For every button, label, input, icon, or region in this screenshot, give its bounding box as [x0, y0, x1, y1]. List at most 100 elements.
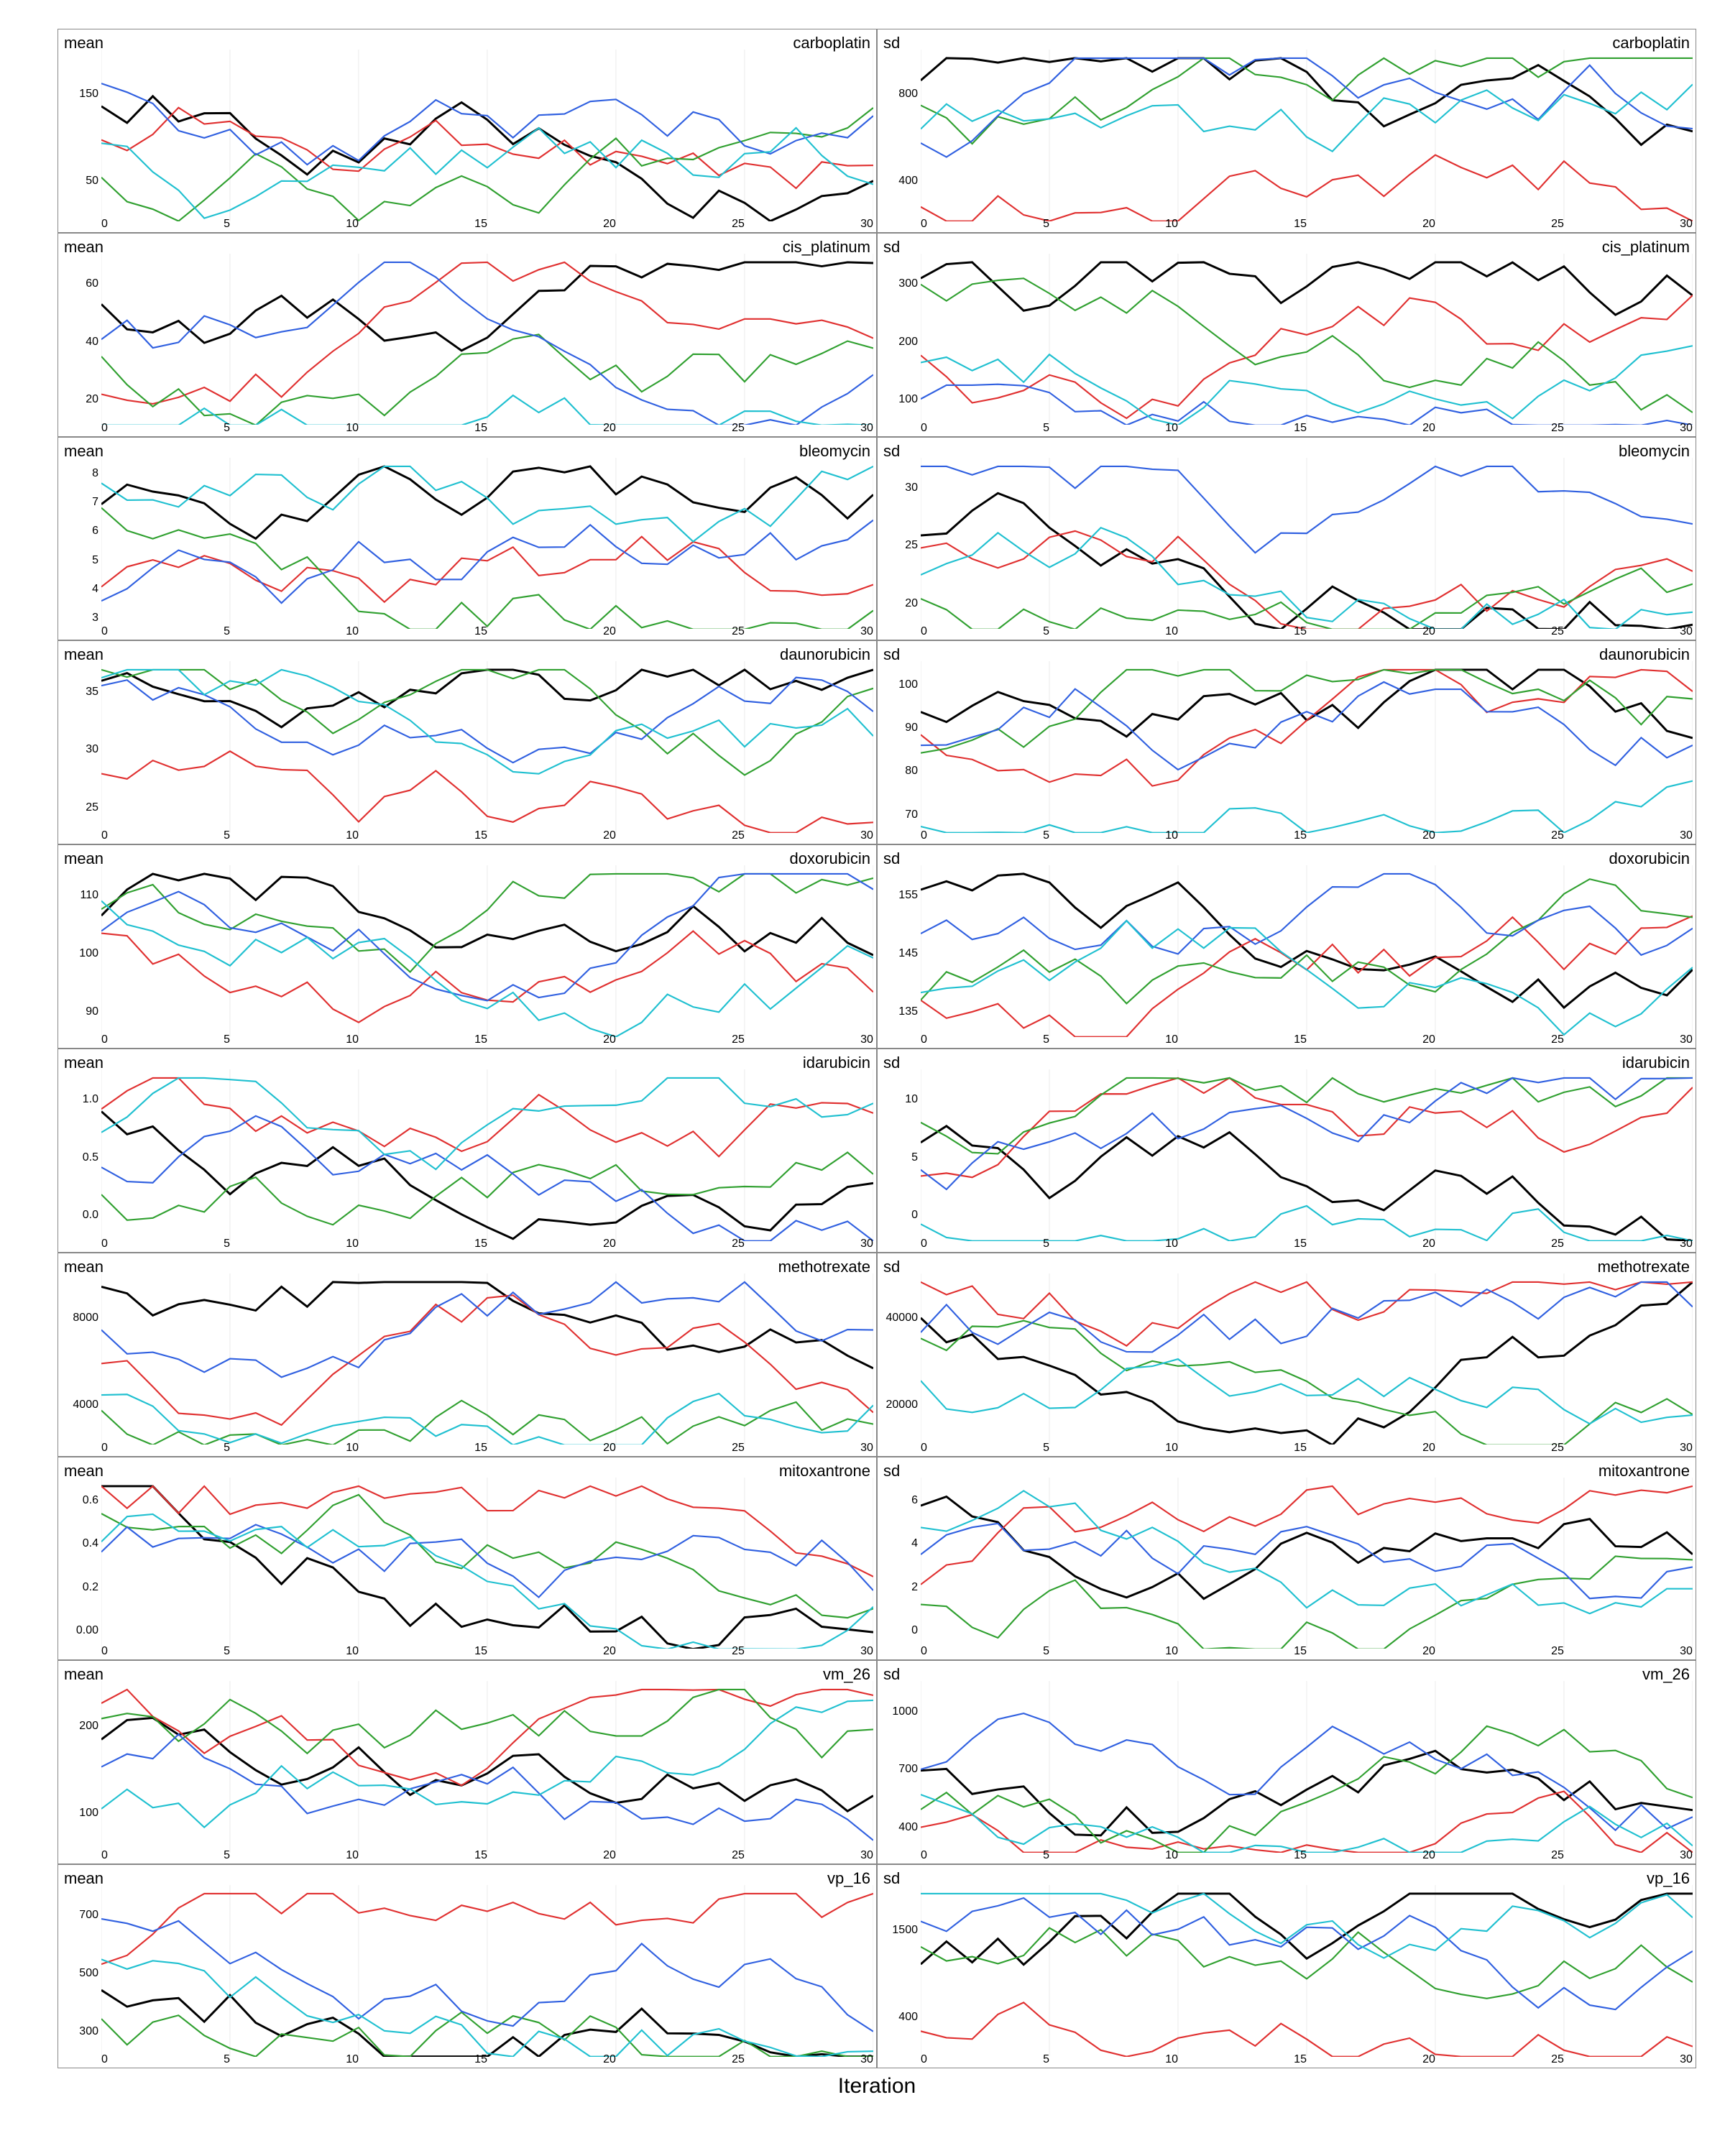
y-tick-label: 0.2 [83, 1581, 98, 1594]
y-tick-label: 400 [898, 2011, 918, 2024]
y-tick-label: 5 [92, 554, 98, 567]
y-tick-label: 8 [92, 467, 98, 480]
x-tick-label: 25 [1551, 422, 1564, 435]
y-tick-label: 70 [905, 808, 918, 821]
y-tick-label: 20000 [886, 1399, 919, 1411]
x-tick-label: 10 [346, 1033, 359, 1046]
x-tick-label: 15 [1294, 1238, 1307, 1250]
chart-svg-mean-methotrexate [101, 1273, 873, 1445]
chart-svg-sd-mitoxantrone [921, 1478, 1693, 1649]
x-tick-label: 20 [603, 625, 616, 638]
x-tick-label: 5 [224, 218, 230, 231]
y-tick-label: 50 [86, 175, 98, 188]
x-tick-label: 20 [1422, 829, 1435, 842]
x-tick-label: 10 [1165, 829, 1178, 842]
chart-svg-mean-carboplatin [101, 50, 873, 221]
x-tick-label: 5 [224, 829, 230, 842]
x-tick-label: 20 [1422, 625, 1435, 638]
x-tick-label: 5 [224, 1033, 230, 1046]
y-tick-label: 5 [911, 1151, 918, 1164]
x-tick-label: 0 [921, 625, 927, 638]
x-tick-label: 15 [1294, 1033, 1307, 1046]
x-tick-label: 30 [1680, 422, 1693, 435]
y-tick-label: 6 [911, 1494, 918, 1507]
x-tick-label: 25 [1551, 1849, 1564, 1862]
y-axis-sd-doxorubicin: 155145135 [878, 845, 921, 1048]
y-tick-label: 1000 [892, 1705, 918, 1718]
x-tick-label: 5 [1043, 2053, 1049, 2066]
y-tick-label: 8000 [73, 1312, 98, 1325]
x-tick-label: 25 [732, 625, 745, 638]
chart-svg-sd-vm_26 [921, 1681, 1693, 1853]
y-tick-label: 20 [86, 393, 98, 406]
y-tick-label: 7 [92, 496, 98, 509]
chart-svg-sd-cis_platinum [921, 254, 1693, 425]
chart-svg-mean-vp_16 [101, 1885, 873, 2057]
y-tick-label: 110 [80, 889, 98, 902]
chart-sd-vm_26: sdvm_261000700400051015202530 [877, 1660, 1696, 1864]
x-tick-label: 25 [1551, 2053, 1564, 2066]
x-axis-label: Iteration [58, 2074, 1696, 2099]
y-tick-label: 100 [898, 393, 918, 406]
y-tick-label: 6 [92, 525, 98, 538]
x-tick-label: 5 [1043, 1645, 1049, 1658]
x-axis-sd-vm_26: 051015202530 [921, 1849, 1693, 1864]
y-tick-label: 4 [92, 583, 98, 596]
x-axis-mean-doxorubicin: 051015202530 [101, 1033, 873, 1048]
y-tick-label: 90 [905, 722, 918, 734]
x-tick-label: 25 [732, 1442, 745, 1455]
x-tick-label: 15 [474, 1645, 487, 1658]
x-tick-label: 25 [732, 1033, 745, 1046]
x-tick-label: 0 [101, 1238, 108, 1250]
x-axis-sd-idarubicin: 051015202530 [921, 1238, 1693, 1252]
chart-sd-carboplatin: sdcarboplatin800400051015202530 [877, 29, 1696, 233]
x-tick-label: 15 [474, 1442, 487, 1455]
x-tick-label: 20 [603, 1238, 616, 1250]
y-tick-label: 200 [79, 1720, 98, 1733]
x-tick-label: 10 [346, 1238, 359, 1250]
x-tick-label: 0 [101, 2053, 108, 2066]
x-tick-label: 15 [474, 1849, 487, 1862]
y-tick-label: 40000 [886, 1312, 919, 1325]
chart-grid: meancarboplatin15050051015202530sdcarbop… [58, 29, 1696, 2068]
chart-svg-mean-doxorubicin [101, 865, 873, 1037]
x-axis-sd-vp_16: 051015202530 [921, 2053, 1693, 2068]
y-tick-label: 4 [911, 1537, 918, 1550]
x-tick-label: 0 [921, 1238, 927, 1250]
y-tick-label: 700 [79, 1909, 98, 1922]
x-axis-sd-methotrexate: 051015202530 [921, 1442, 1693, 1456]
y-tick-label: 1.0 [83, 1093, 98, 1106]
x-tick-label: 10 [346, 218, 359, 231]
chart-svg-mean-bleomycin [101, 458, 873, 630]
y-axis-sd-vm_26: 1000700400 [878, 1661, 921, 1864]
x-tick-label: 10 [1165, 625, 1178, 638]
x-tick-label: 5 [1043, 1238, 1049, 1250]
x-tick-label: 25 [732, 422, 745, 435]
x-tick-label: 25 [1551, 1033, 1564, 1046]
x-tick-label: 30 [1680, 1442, 1693, 1455]
x-tick-label: 25 [1551, 218, 1564, 231]
x-axis-sd-doxorubicin: 051015202530 [921, 1033, 1693, 1048]
x-tick-label: 20 [603, 2053, 616, 2066]
y-tick-label: 20 [905, 597, 918, 610]
x-axis-mean-mitoxantrone: 051015202530 [101, 1645, 873, 1659]
y-tick-label: 10 [905, 1093, 918, 1106]
y-axis-sd-idarubicin: 1050 [878, 1049, 921, 1252]
y-tick-label: 100 [898, 678, 918, 691]
chart-sd-vp_16: sdvp_161500400051015202530 [877, 1864, 1696, 2068]
x-tick-label: 25 [732, 2053, 745, 2066]
chart-sd-daunorubicin: sddaunorubicin100908070051015202530 [877, 640, 1696, 844]
y-tick-label: 700 [898, 1763, 918, 1776]
chart-mean-daunorubicin: meandaunorubicin353025051015202530 [58, 640, 877, 844]
x-axis-mean-methotrexate: 051015202530 [101, 1442, 873, 1456]
y-tick-label: 35 [86, 686, 98, 699]
y-axis-mean-doxorubicin: 11010090 [58, 845, 101, 1048]
x-tick-label: 30 [860, 1442, 873, 1455]
x-tick-label: 10 [346, 1849, 359, 1862]
chart-svg-sd-vp_16 [921, 1885, 1693, 2057]
y-axis-sd-vp_16: 1500 400 [878, 1865, 921, 2068]
x-tick-label: 25 [1551, 829, 1564, 842]
y-tick-label: 1500 [892, 1924, 918, 1937]
x-tick-label: 20 [1422, 218, 1435, 231]
x-tick-label: 30 [1680, 2053, 1693, 2066]
